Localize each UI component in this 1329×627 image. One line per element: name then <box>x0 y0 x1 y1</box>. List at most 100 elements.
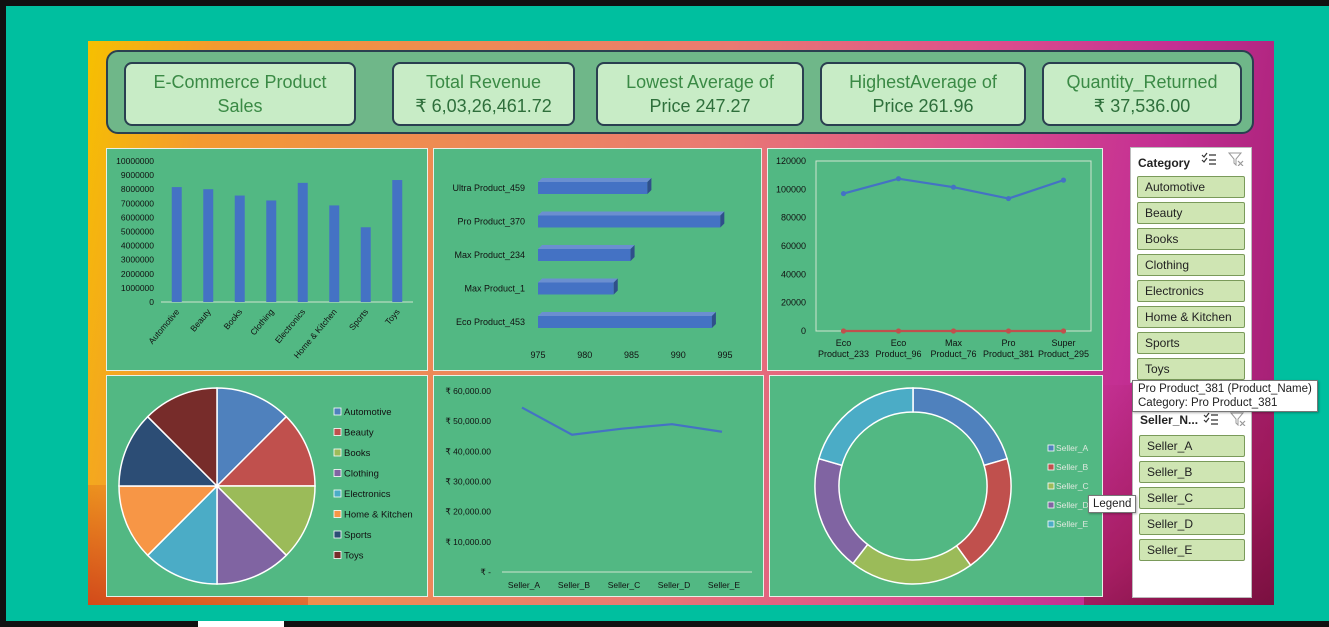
x-tick-label: Product_96 <box>875 349 921 359</box>
bar-max-product-234 <box>538 249 631 261</box>
slicer-item-home-kitchen[interactable]: Home & Kitchen <box>1137 306 1245 328</box>
slicer-item-seller-c[interactable]: Seller_C <box>1139 487 1245 509</box>
bar-pro-product-370 <box>538 215 721 228</box>
legend-label: Beauty <box>344 428 374 439</box>
x-tick-label: Seller_D <box>658 580 691 590</box>
highest-average-card[interactable]: HighestAverage of Price 261.96 <box>820 62 1026 126</box>
x-tick-label: Eco <box>836 338 852 348</box>
slicer-item-seller-d[interactable]: Seller_D <box>1139 513 1245 535</box>
lowest-average-card[interactable]: Lowest Average of Price 247.27 <box>596 62 804 126</box>
total-revenue-label: Total Revenue <box>425 72 542 92</box>
product-bar-svg: Ultra Product_459 Pro Product_370 Max Prod… <box>452 178 733 360</box>
y-tick-label: 3000000 <box>121 255 154 265</box>
series-point <box>950 328 957 334</box>
y-tick-label: 5000000 <box>121 227 154 237</box>
product-tooltip: Pro Product_381 (Product_Name) Category:… <box>1132 380 1318 412</box>
slicer-item-toys[interactable]: Toys <box>1137 358 1245 380</box>
sheet-tab[interactable] <box>198 621 284 627</box>
total-revenue-value: ₹ 6,03,26,461.72 <box>415 96 552 116</box>
product-bar-chart[interactable]: Ultra Product_459 Pro Product_370 Max Prod… <box>433 148 762 371</box>
y-tick-label: Pro Product_370 <box>457 217 525 227</box>
dashboard-title-card[interactable]: E-Commerce Product Sales <box>124 62 356 126</box>
y-tick-label: 4000000 <box>121 241 154 251</box>
seller-slicer[interactable]: Seller_N... Seller_A Seller_B Seller_C Sell… <box>1132 404 1252 598</box>
seller-line-svg: ₹ - ₹ 10,000.00 ₹ 20,000.00 ₹ 30,000.00 ₹ 40… <box>445 386 752 590</box>
slicer-item-seller-a[interactable]: Seller_A <box>1139 435 1245 457</box>
bar-top-face <box>538 278 618 283</box>
quantity-returned-label: Quantity_Returned <box>1066 72 1218 92</box>
clear-filter-icon[interactable] <box>1228 152 1244 166</box>
quantity-returned-card[interactable]: Quantity_Returned ₹ 37,536.00 <box>1042 62 1242 126</box>
slicer-item-seller-b[interactable]: Seller_B <box>1139 461 1245 483</box>
y-tick-label: 0 <box>801 326 806 336</box>
slicer-item-clothing[interactable]: Clothing <box>1137 254 1245 276</box>
dashboard-title-line1: E-Commerce Product <box>153 72 327 92</box>
series-point <box>1005 195 1012 202</box>
y-tick-label: 9000000 <box>121 170 154 180</box>
series-point <box>1005 328 1012 334</box>
series-point <box>950 184 957 190</box>
sheet-grid-left <box>0 0 6 627</box>
y-tick-label: 8000000 <box>121 184 154 194</box>
x-tick-label: 990 <box>671 350 686 360</box>
x-tick-label: Sports <box>347 307 370 332</box>
y-tick-label: Ultra Product_459 <box>452 183 525 193</box>
legend-swatch <box>333 530 342 539</box>
x-tick-label: Eco <box>891 338 907 348</box>
x-tick-label: 975 <box>530 350 545 360</box>
legend-tooltip: Legend <box>1088 495 1137 513</box>
x-tick-label: Product_76 <box>930 349 976 359</box>
category-pie-chart[interactable]: Automotive Beauty Books Clothing Electronics… <box>106 375 428 597</box>
slicer-item-books[interactable]: Books <box>1137 228 1245 250</box>
multi-select-icon[interactable] <box>1203 412 1219 426</box>
y-tick-label: Max Product_1 <box>464 284 525 294</box>
slicer-item-sports[interactable]: Sports <box>1137 332 1245 354</box>
kpi-header: E-Commerce Product Sales Total Revenue ₹… <box>106 50 1254 134</box>
y-tick-label: 60000 <box>781 241 806 251</box>
legend-label: Sports <box>344 530 372 541</box>
legend-swatch <box>333 407 342 416</box>
category-slicer[interactable]: Category Automotive Beauty Books Clothing El… <box>1130 147 1252 383</box>
y-tick-label: ₹ 50,000.00 <box>445 416 491 426</box>
x-tick-label: Toys <box>383 307 402 327</box>
series-point <box>1060 177 1067 183</box>
legend-swatch <box>1047 444 1055 452</box>
seller-donut-svg: Seller_A Seller_B Seller_C Seller_D Seller_E <box>814 387 1089 585</box>
y-tick-label: ₹ 40,000.00 <box>445 446 491 456</box>
bar-top-face <box>538 312 716 316</box>
slicer-item-electronics[interactable]: Electronics <box>1137 280 1245 302</box>
x-tick-label: Electronics <box>273 307 307 345</box>
y-tick-label: ₹ 20,000.00 <box>445 507 491 517</box>
seller-line-chart[interactable]: ₹ - ₹ 10,000.00 ₹ 20,000.00 ₹ 30,000.00 ₹ 40… <box>433 375 764 597</box>
legend-swatch <box>1047 501 1055 509</box>
multi-select-icon[interactable] <box>1201 152 1217 166</box>
series-point <box>1060 328 1067 334</box>
slicer-item-automotive[interactable]: Automotive <box>1137 176 1245 198</box>
legend-label: Seller_A <box>1056 443 1088 453</box>
product-line-chart[interactable]: 0 20000 40000 60000 80000 100000 120000 Eco Prod… <box>767 148 1103 371</box>
slicer-item-seller-e[interactable]: Seller_E <box>1139 539 1245 561</box>
bar-max-product-1 <box>538 282 614 295</box>
category-revenue-svg: 0 1000000 2000000 3000000 4000000 5000000 6000… <box>116 156 413 360</box>
y-tick-label: Max Product_234 <box>454 250 525 260</box>
category-revenue-chart[interactable]: 0 1000000 2000000 3000000 4000000 5000000 6000… <box>106 148 428 371</box>
clear-filter-icon[interactable] <box>1230 412 1246 426</box>
category-pie-svg: Automotive Beauty Books Clothing Electronics… <box>118 387 413 585</box>
y-tick-label: 10000000 <box>116 156 154 166</box>
y-tick-label: 6000000 <box>121 212 154 222</box>
product-tooltip-line1: Pro Product_381 (Product_Name) <box>1138 383 1312 395</box>
x-tick-label: Product_233 <box>818 349 869 359</box>
total-revenue-card[interactable]: Total Revenue ₹ 6,03,26,461.72 <box>392 62 575 126</box>
x-tick-label: Seller_A <box>508 580 540 590</box>
seller-slicer-title: Seller_N... <box>1140 413 1199 427</box>
y-tick-label: 40000 <box>781 269 806 279</box>
x-tick-label: 995 <box>717 350 732 360</box>
slicer-item-beauty[interactable]: Beauty <box>1137 202 1245 224</box>
legend-label: Seller_C <box>1056 481 1089 491</box>
series-point <box>840 190 847 197</box>
seller-donut-chart[interactable]: Seller_A Seller_B Seller_C Seller_D Seller_E <box>769 375 1103 597</box>
bar-top-face <box>538 211 725 216</box>
x-tick-label: Product_381 <box>983 349 1034 359</box>
y-tick-label: 7000000 <box>121 198 154 208</box>
y-tick-label: 2000000 <box>121 269 154 279</box>
